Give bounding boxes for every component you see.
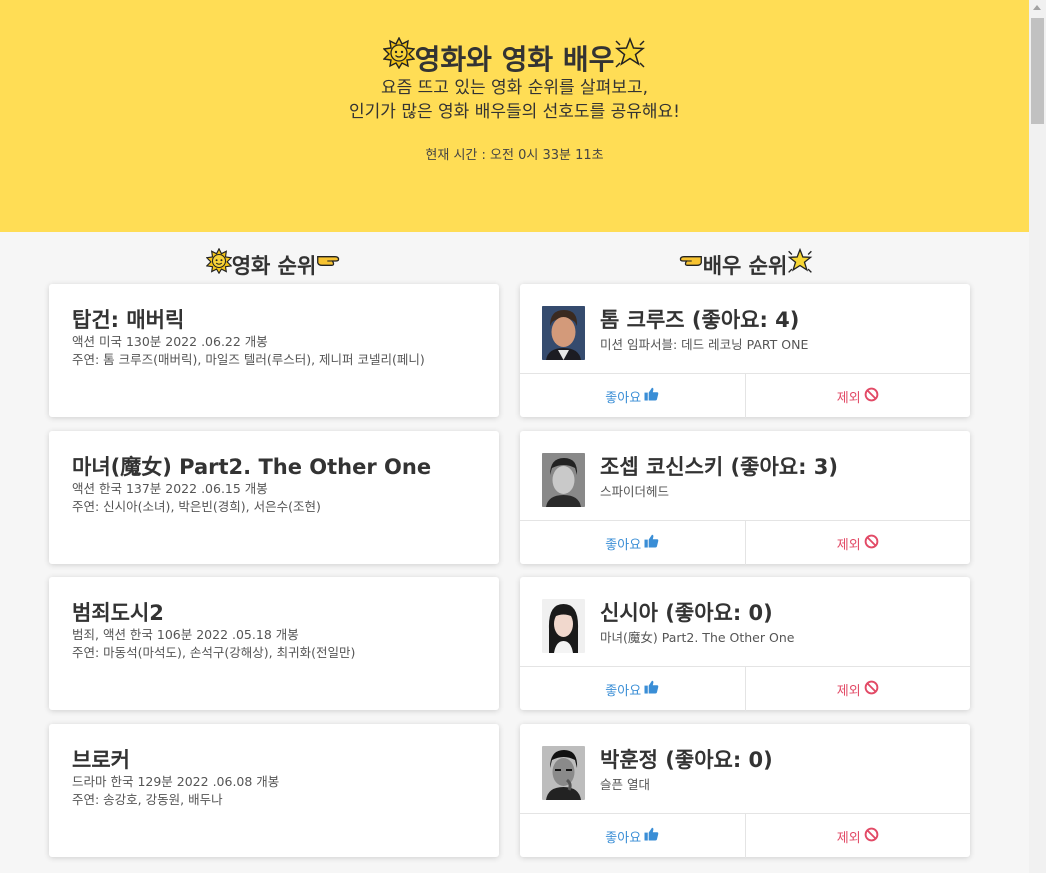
scroll-up-arrow-icon[interactable] bbox=[1033, 5, 1041, 10]
movie-ranking-label: 영화 순위 bbox=[231, 254, 317, 278]
scrollbar-thumb[interactable] bbox=[1031, 18, 1044, 124]
actor-card: 조셉 코신스키 (좋아요: 3) 스파이더헤드 좋아요 제외 bbox=[520, 431, 970, 565]
current-time: 현재 시간 : 오전 0시 33분 11초 bbox=[425, 148, 604, 163]
prohibited-icon bbox=[864, 387, 879, 406]
like-label: 좋아요 bbox=[605, 683, 642, 699]
hero-banner: 영화와 영화 배우 요즘 뜨고 있는 영화 순위를 살펴보고, 인기가 많은 영… bbox=[0, 0, 1029, 232]
exclude-button[interactable]: 제외 bbox=[746, 667, 971, 711]
exclude-button[interactable]: 제외 bbox=[746, 814, 971, 858]
movie-title: 탑건: 매버릭 bbox=[72, 308, 185, 332]
actor-card-footer: 좋아요 제외 bbox=[520, 520, 970, 565]
movie-ranking-title: 영화 순위 bbox=[49, 247, 499, 283]
like-label: 좋아요 bbox=[605, 830, 642, 846]
actor-name: 박훈정 (좋아요: 0) bbox=[600, 748, 773, 772]
exclude-label: 제외 bbox=[836, 390, 861, 406]
actor-card: 신시아 (좋아요: 0) 마녀(魔女) Part2. The Other One… bbox=[520, 577, 970, 711]
like-label: 좋아요 bbox=[605, 537, 642, 553]
actor-photo bbox=[542, 453, 585, 507]
actor-card-footer: 좋아요 제외 bbox=[520, 813, 970, 858]
like-button[interactable]: 좋아요 bbox=[520, 667, 746, 711]
subtitle-line-1: 요즘 뜨고 있는 영화 순위를 살펴보고, bbox=[380, 78, 649, 98]
subtitle: 요즘 뜨고 있는 영화 순위를 살펴보고, 인기가 많은 영화 배우들의 선호도… bbox=[0, 76, 1029, 124]
movie-info: 범죄, 액션 한국 106분 2022 .05.18 개봉 bbox=[72, 627, 299, 642]
actor-card-footer: 좋아요 제외 bbox=[520, 666, 970, 711]
actor-movie: 스파이더헤드 bbox=[600, 484, 670, 499]
movie-card[interactable]: 마녀(魔女) Part2. The Other One 액션 한국 137분 2… bbox=[49, 431, 499, 564]
actor-photo bbox=[542, 306, 585, 360]
actor-name: 톰 크루즈 (좋아요: 4) bbox=[600, 308, 800, 332]
like-button[interactable]: 좋아요 bbox=[520, 521, 746, 565]
actor-name: 신시아 (좋아요: 0) bbox=[600, 601, 773, 625]
movie-title: 브로커 bbox=[72, 748, 130, 772]
actor-card-footer: 좋아요 제외 bbox=[520, 373, 970, 418]
movie-cast: 주연: 신시아(소녀), 박은빈(경희), 서은수(조현) bbox=[72, 499, 321, 514]
subtitle-line-2: 인기가 많은 영화 배우들의 선호도를 공유해요! bbox=[349, 102, 680, 122]
page-title: 영화와 영화 배우 bbox=[0, 35, 1029, 80]
actor-card: 톰 크루즈 (좋아요: 4) 미션 임파서블: 데드 레코닝 PART ONE … bbox=[520, 284, 970, 418]
movie-info: 액션 한국 137분 2022 .06.15 개봉 bbox=[72, 481, 268, 496]
movie-title: 범죄도시2 bbox=[72, 601, 164, 625]
exclude-button[interactable]: 제외 bbox=[746, 521, 971, 565]
page: 영화와 영화 배우 요즘 뜨고 있는 영화 순위를 살펴보고, 인기가 많은 영… bbox=[0, 0, 1029, 873]
movie-info: 액션 미국 130분 2022 .06.22 개봉 bbox=[72, 334, 268, 349]
glowing-star-icon bbox=[614, 36, 646, 80]
actor-movie: 마녀(魔女) Part2. The Other One bbox=[600, 630, 795, 645]
actor-ranking-title: 배우 순위 bbox=[520, 247, 970, 283]
pointing-hand-icon bbox=[677, 249, 703, 281]
like-label: 좋아요 bbox=[605, 390, 642, 406]
thumbs-up-icon bbox=[644, 827, 659, 845]
vertical-scrollbar[interactable] bbox=[1029, 0, 1046, 873]
movie-cast: 주연: 송강호, 강동원, 배두나 bbox=[72, 792, 223, 807]
glowing-star-icon bbox=[787, 247, 813, 283]
pointing-hand-icon bbox=[316, 249, 342, 281]
like-button[interactable]: 좋아요 bbox=[520, 374, 746, 418]
exclude-label: 제외 bbox=[836, 537, 861, 553]
movie-card[interactable]: 탑건: 매버릭 액션 미국 130분 2022 .06.22 개봉 주연: 톰 … bbox=[49, 284, 499, 417]
movie-card[interactable]: 범죄도시2 범죄, 액션 한국 106분 2022 .05.18 개봉 주연: … bbox=[49, 577, 499, 710]
movie-title: 마녀(魔女) Part2. The Other One bbox=[72, 455, 432, 479]
movie-info: 드라마 한국 129분 2022 .06.08 개봉 bbox=[72, 774, 280, 789]
actor-movie: 미션 임파서블: 데드 레코닝 PART ONE bbox=[600, 337, 809, 352]
exclude-label: 제외 bbox=[836, 830, 861, 846]
thumbs-up-icon bbox=[644, 534, 659, 552]
actor-name: 조셉 코신스키 (좋아요: 3) bbox=[600, 455, 839, 479]
exclude-button[interactable]: 제외 bbox=[746, 374, 971, 418]
thumbs-up-icon bbox=[644, 387, 659, 405]
actor-ranking-label: 배우 순위 bbox=[702, 254, 788, 278]
actor-photo bbox=[542, 599, 585, 653]
prohibited-icon bbox=[864, 827, 879, 846]
title-text: 영화와 영화 배우 bbox=[414, 43, 615, 76]
thumbs-up-icon bbox=[644, 680, 659, 698]
sun-face-icon bbox=[205, 247, 233, 283]
prohibited-icon bbox=[864, 534, 879, 553]
prohibited-icon bbox=[864, 680, 879, 699]
movie-cast: 주연: 마동석(마석도), 손석구(강해상), 최귀화(전일만) bbox=[72, 645, 356, 660]
actor-movie: 슬픈 열대 bbox=[600, 777, 650, 792]
exclude-label: 제외 bbox=[836, 683, 861, 699]
actor-photo bbox=[542, 746, 585, 800]
movie-cast: 주연: 톰 크루즈(매버릭), 마일즈 텔러(루스터), 제니퍼 코넬리(페니) bbox=[72, 352, 425, 367]
like-button[interactable]: 좋아요 bbox=[520, 814, 746, 858]
movie-card[interactable]: 브로커 드라마 한국 129분 2022 .06.08 개봉 주연: 송강호, … bbox=[49, 724, 499, 857]
actor-card: 박훈정 (좋아요: 0) 슬픈 열대 좋아요 제외 bbox=[520, 724, 970, 858]
sun-face-icon bbox=[382, 35, 416, 80]
